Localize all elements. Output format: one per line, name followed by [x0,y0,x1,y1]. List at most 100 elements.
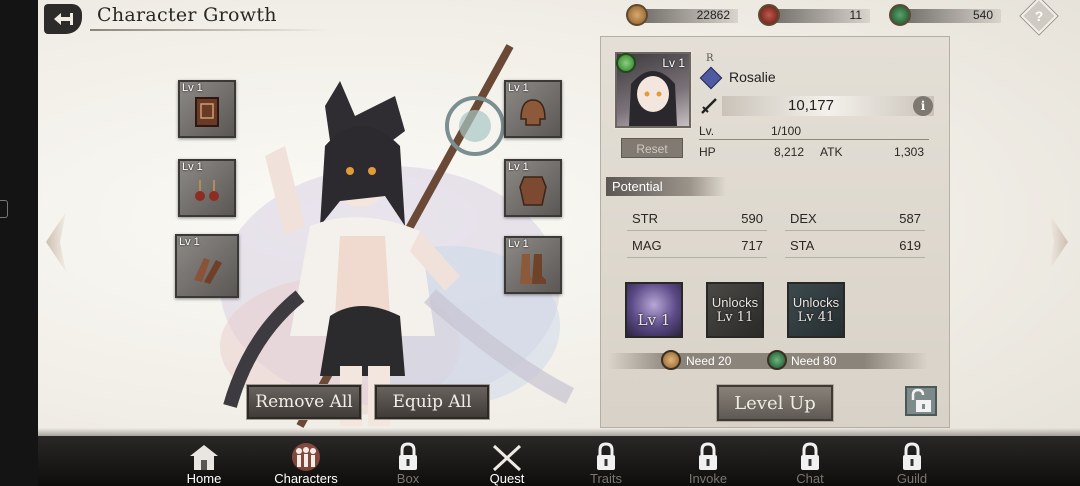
equip-slot-level: Lv 1 [182,161,203,173]
equip-slot-earrings[interactable]: Lv 1 [178,159,236,217]
home-icon [190,445,218,470]
equip-slot-level: Lv 1 [179,236,200,248]
equip-slot-armor[interactable]: Lv 1 [504,159,562,217]
nav-guild[interactable]: Guild [862,440,962,486]
remove-all-button[interactable]: Remove All [246,384,362,420]
equip-slot-gloves[interactable]: Lv 1 [175,234,239,298]
nav-quest-label: Quest [489,471,525,486]
skill-level: Lv 1 [637,311,671,329]
earrings-icon [195,179,219,201]
gem-counter: 11 [758,4,870,26]
gold-amount: 22862 [696,8,730,22]
nav-characters[interactable]: Characters [256,440,356,486]
device-bezel [0,0,38,486]
equip-slot-helmet[interactable]: Lv 1 [504,80,562,138]
nav-box-label: Box [396,471,420,486]
stat-sta-label: STA [790,238,815,253]
hp-value: 8,212 [774,145,805,159]
lock-icon [699,442,717,470]
divider [627,230,767,231]
divider [627,257,767,258]
rarity-label: R [706,53,714,64]
boots-icon [520,253,546,284]
nav-home-label: Home [186,471,222,486]
page-title: Character Growth [97,4,277,26]
stat-str-value: 590 [741,211,763,226]
nav-characters-label: Characters [274,471,338,486]
equip-slot-accessory-book[interactable]: Lv 1 [178,80,236,138]
question-mark-icon: ? [1034,8,1044,24]
nav-home[interactable]: Home [154,440,254,486]
stat-sta-value: 619 [899,238,921,253]
skill-unlock-level: Lv 11 [716,310,754,325]
atk-label: ATK [820,145,843,159]
device-side-button [0,200,8,218]
back-arrow-icon [54,13,73,25]
skill-unlock-label: Unlocks [711,295,759,310]
level-value: 1/100 [771,124,802,138]
character-portrait[interactable]: Lv 1 [615,52,691,128]
gold-cost: Need 20 [686,354,732,368]
divider [785,230,925,231]
reset-button[interactable]: Reset [621,138,683,158]
skill-slot-2[interactable]: Unlocks Lv 11 [706,282,764,338]
nav-invoke-label: Invoke [688,471,728,486]
equip-slot-boots[interactable]: Lv 1 [504,236,562,294]
gold-coin-icon [661,350,681,370]
stat-mag-value: 717 [741,238,763,253]
nav-box[interactable]: Box [358,440,458,486]
hp-label: HP [699,145,716,159]
stat-str-label: STR [632,211,658,226]
nav-quest[interactable]: Quest [457,440,557,486]
level-label: Lv. [699,124,715,138]
orb-counter: 540 [889,4,1001,26]
level-up-button[interactable]: Level Up [716,384,834,422]
characters-icon [292,443,320,471]
lock-icon [399,442,417,470]
red-gem-icon [758,4,780,26]
equip-slot-level: Lv 1 [508,161,529,173]
green-orb-icon [889,4,911,26]
gold-coin-icon [626,4,648,26]
lock-icon [801,442,819,470]
character-name: Rosalie [729,69,776,85]
divider [785,257,925,258]
helmet-icon [520,98,546,126]
divider [699,139,929,140]
equip-slot-level: Lv 1 [182,82,203,94]
nav-chat[interactable]: Chat [760,440,860,486]
skill-unlock-label: Unlocks [792,295,840,310]
lock-icon [903,442,921,470]
info-button[interactable]: i [913,96,933,116]
equip-slot-level: Lv 1 [508,82,529,94]
stat-mag-label: MAG [632,238,662,253]
equip-all-button[interactable]: Equip All [374,384,490,420]
back-button[interactable] [44,4,82,34]
stat-dex-value: 587 [899,211,921,226]
potential-header: Potential [606,177,726,196]
skill-unlock-level: Lv 41 [797,310,835,325]
element-leaf-icon [616,53,636,73]
title-underline [90,29,330,31]
nav-guild-label: Guild [896,471,928,486]
armor-icon [519,175,547,206]
skill-slot-1[interactable]: Lv 1 [625,282,683,338]
skill-slot-3[interactable]: Unlocks Lv 41 [787,282,845,338]
gold-counter: 22862 [626,4,738,26]
green-orb-icon [767,350,787,370]
orb-cost: Need 80 [791,354,837,368]
sword-icon [701,98,717,114]
gem-amount: 11 [849,8,862,22]
unlock-icon [911,388,931,412]
orb-amount: 540 [972,8,993,22]
atk-value: 1,303 [894,145,925,159]
lock-icon [597,442,615,470]
nav-invoke[interactable]: Invoke [658,440,758,486]
gloves-icon [194,258,222,284]
lock-toggle-button[interactable] [905,386,937,416]
nav-traits[interactable]: Traits [556,440,656,486]
nav-chat-label: Chat [796,471,824,486]
equip-slot-level: Lv 1 [508,238,529,250]
combat-power-value: 10,177 [788,97,834,114]
nav-traits-label: Traits [589,471,623,486]
